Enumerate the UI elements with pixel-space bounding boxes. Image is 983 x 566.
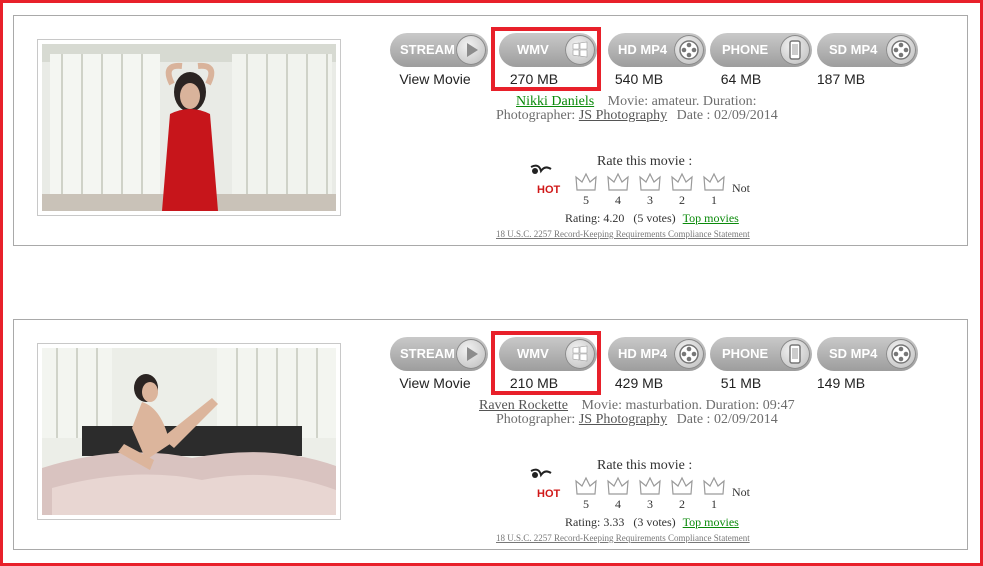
wmv-size: 210 MB xyxy=(509,375,559,391)
rating-summary: Rating: 4.20 (5 votes) Top movies xyxy=(565,211,739,226)
rate-movie-title: Rate this movie : xyxy=(597,458,693,473)
rate-1-crown-icon[interactable] xyxy=(702,475,726,497)
rating-summary: Rating: 3.33 (3 votes) Top movies xyxy=(565,515,739,530)
compliance-statement-link[interactable]: 18 U.S.C. 2257 Record-Keeping Requiremen… xyxy=(496,229,750,239)
rate-score-1: 1 xyxy=(711,193,717,207)
movie-date: Date : 02/09/2014 xyxy=(676,108,778,123)
photographer-line: Photographer: JS Photography Date : 02/0… xyxy=(496,108,778,124)
film-reel-icon xyxy=(674,339,704,369)
hot-badge-text: HOT xyxy=(537,184,561,196)
movie-thumbnail[interactable] xyxy=(37,343,341,520)
phone-icon xyxy=(780,35,810,65)
phone-button[interactable]: PHONE xyxy=(710,337,812,371)
photographer-line: Photographer: JS Photography Date : 02/0… xyxy=(496,412,778,428)
rating-value: Rating: 4.20 xyxy=(565,211,625,225)
rating-votes: (5 votes) xyxy=(633,211,676,225)
rate-score-1: 1 xyxy=(711,497,717,511)
movie-category: Movie: amateur. Duration: xyxy=(607,94,757,109)
model-link[interactable]: Raven Rockette xyxy=(479,398,568,413)
phone-button[interactable]: PHONE xyxy=(710,33,812,67)
phone-size: 64 MB xyxy=(720,71,762,87)
photographer-label: Photographer: xyxy=(496,412,576,427)
phone-button-label: PHONE xyxy=(722,42,769,57)
play-icon xyxy=(456,35,486,65)
sd-mp4-button[interactable]: SD MP4 xyxy=(817,337,918,371)
stream-button[interactable]: STREAM xyxy=(390,337,488,371)
compliance-statement-link[interactable]: 18 U.S.C. 2257 Record-Keeping Requiremen… xyxy=(496,533,750,543)
film-reel-icon xyxy=(886,339,916,369)
rate-2-crown-icon[interactable] xyxy=(670,171,694,193)
sd-mp4-button[interactable]: SD MP4 xyxy=(817,33,918,67)
film-reel-icon xyxy=(886,35,916,65)
phone-button-label: PHONE xyxy=(722,346,769,361)
hot-badge-icon: HOT xyxy=(525,161,565,197)
rate-1-crown-icon[interactable] xyxy=(702,171,726,193)
rate-5-crown-icon[interactable] xyxy=(574,475,598,497)
rate-movie-title: Rate this movie : xyxy=(597,154,693,169)
hd-mp4-button[interactable]: HD MP4 xyxy=(608,33,706,67)
hd-mp4-size: 429 MB xyxy=(614,375,664,391)
model-link[interactable]: Nikki Daniels xyxy=(516,94,594,109)
sd-mp4-size: 187 MB xyxy=(816,71,866,87)
stream-button[interactable]: STREAM xyxy=(390,33,488,67)
play-icon xyxy=(456,339,486,369)
phone-size: 51 MB xyxy=(720,375,762,391)
view-movie-link[interactable]: View Movie xyxy=(380,71,490,87)
rate-not-label[interactable]: Not xyxy=(732,181,750,196)
view-movie-link[interactable]: View Movie xyxy=(380,375,490,391)
rate-4-crown-icon[interactable] xyxy=(606,475,630,497)
thumbnail-image xyxy=(42,348,336,515)
phone-icon xyxy=(780,339,810,369)
film-reel-icon xyxy=(674,35,704,65)
rate-score-4: 4 xyxy=(615,497,621,511)
rating-votes: (3 votes) xyxy=(633,515,676,529)
sd-mp4-button-label: SD MP4 xyxy=(829,42,878,57)
rate-score-3: 3 xyxy=(647,193,653,207)
rate-score-2: 2 xyxy=(679,497,685,511)
rate-score-5: 5 xyxy=(583,497,589,511)
thumbnail-image xyxy=(42,44,336,211)
movie-category: Movie: masturbation. Duration: 09:47 xyxy=(581,398,795,413)
top-movies-link[interactable]: Top movies xyxy=(683,211,739,225)
sd-mp4-size: 149 MB xyxy=(816,375,866,391)
movie-date: Date : 02/09/2014 xyxy=(676,412,778,427)
hd-mp4-button-label: HD MP4 xyxy=(618,346,668,361)
rate-3-crown-icon[interactable] xyxy=(638,171,662,193)
hd-mp4-button[interactable]: HD MP4 xyxy=(608,337,706,371)
rate-not-label[interactable]: Not xyxy=(732,485,750,500)
photographer-label: Photographer: xyxy=(496,108,576,123)
rate-5-crown-icon[interactable] xyxy=(574,171,598,193)
rate-score-4: 4 xyxy=(615,193,621,207)
wmv-size: 270 MB xyxy=(509,71,559,87)
hot-badge-text: HOT xyxy=(537,488,561,500)
rate-2-crown-icon[interactable] xyxy=(670,475,694,497)
top-movies-link[interactable]: Top movies xyxy=(683,515,739,529)
movie-thumbnail[interactable] xyxy=(37,39,341,216)
rate-score-5: 5 xyxy=(583,193,589,207)
rate-4-crown-icon[interactable] xyxy=(606,171,630,193)
sd-mp4-button-label: SD MP4 xyxy=(829,346,878,361)
rating-value: Rating: 3.33 xyxy=(565,515,625,529)
hot-badge-icon: HOT xyxy=(525,465,565,501)
stream-button-label: STREAM xyxy=(400,346,455,361)
photographer-link[interactable]: JS Photography xyxy=(579,108,667,123)
movie-card: STREAM WMV HD MP4 PHONE SD MP4 View Movi… xyxy=(13,319,968,550)
rate-score-3: 3 xyxy=(647,497,653,511)
rate-score-2: 2 xyxy=(679,193,685,207)
hd-mp4-button-label: HD MP4 xyxy=(618,42,668,57)
rate-3-crown-icon[interactable] xyxy=(638,475,662,497)
stream-button-label: STREAM xyxy=(400,42,455,57)
movie-card: STREAM WMV HD MP4 PHONE SD MP4 View Movi… xyxy=(13,15,968,246)
photographer-link[interactable]: JS Photography xyxy=(579,412,667,427)
hd-mp4-size: 540 MB xyxy=(614,71,664,87)
